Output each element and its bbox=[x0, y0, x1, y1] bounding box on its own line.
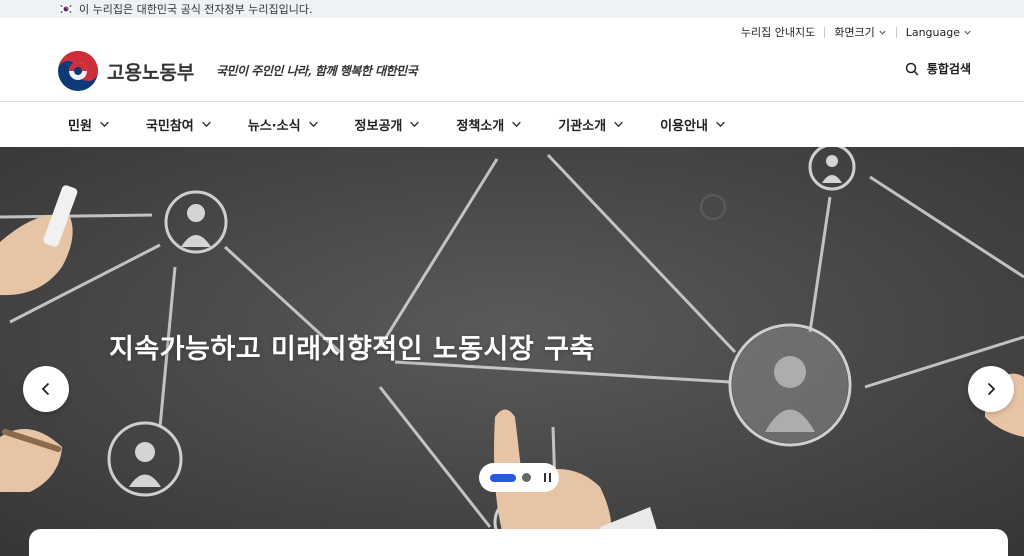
taegeuk-emblem-icon bbox=[58, 51, 98, 91]
pagination-dot-active[interactable] bbox=[490, 473, 516, 482]
gnb-item-news[interactable]: 뉴스·소식 bbox=[248, 115, 319, 134]
chevron-down-icon bbox=[201, 121, 211, 128]
gnb-label: 민원 bbox=[68, 119, 92, 134]
hero-title: 지속가능하고 미래지향적인 노동시장 구축 bbox=[109, 334, 595, 365]
chevron-left-icon bbox=[41, 382, 50, 396]
gnb-item-guide[interactable]: 이용안내 bbox=[660, 115, 726, 134]
slogan: 국민이 주인인 나라, 함께 행복한 대한민국 bbox=[216, 64, 418, 78]
chevron-down-icon bbox=[614, 121, 623, 128]
language-dropdown[interactable]: Language bbox=[906, 26, 972, 39]
font-size-label: 화면크기 bbox=[834, 26, 875, 39]
gnb-item-participation[interactable]: 국민참여 bbox=[146, 115, 212, 134]
gov-banner: 이 누리집은 대한민국 공식 전자정부 누리집입니다. bbox=[0, 0, 1024, 18]
ministry-logo[interactable]: 고용노동부 bbox=[57, 50, 194, 92]
chevron-down-icon bbox=[100, 121, 109, 128]
gov-banner-text: 이 누리집은 대한민국 공식 전자정부 누리집입니다. bbox=[79, 3, 313, 16]
sitemap-link[interactable]: 누리집 안내지도 bbox=[741, 24, 815, 40]
chevron-down-icon bbox=[964, 30, 971, 35]
gnb-label: 정책소개 bbox=[456, 119, 505, 134]
divider bbox=[824, 26, 826, 38]
chevron-down-icon bbox=[512, 121, 522, 128]
logo-text: 고용노동부 bbox=[107, 61, 195, 84]
gnb-label: 뉴스·소식 bbox=[247, 119, 301, 134]
main-navigation: 민원 국민참여 뉴스·소식 정보공개 정책소개 기관소개 이용안내 bbox=[0, 101, 1024, 147]
font-size-dropdown[interactable]: 화면크기 bbox=[834, 24, 886, 40]
hero-carousel: 지속가능하고 미래지향적인 노동시장 구축 bbox=[0, 147, 1024, 556]
search-icon bbox=[905, 62, 919, 76]
sitemap-label: 누리집 안내지도 bbox=[740, 26, 816, 39]
gnb-item-civil[interactable]: 민원 bbox=[68, 115, 110, 134]
chevron-right-icon bbox=[987, 382, 996, 396]
taegukgi-flag-icon bbox=[58, 3, 74, 15]
chevron-down-icon bbox=[879, 30, 886, 35]
chevron-down-icon bbox=[308, 121, 318, 128]
language-label: Language bbox=[905, 25, 960, 39]
search-label: 통합검색 bbox=[926, 62, 971, 76]
next-slide-button[interactable] bbox=[968, 366, 1014, 412]
gnb-item-policy[interactable]: 정책소개 bbox=[456, 115, 522, 134]
gnb-label: 기관소개 bbox=[558, 119, 607, 134]
content-card-top bbox=[29, 529, 1008, 556]
utility-bar: 누리집 안내지도 화면크기 Language bbox=[741, 24, 972, 40]
pagination-dot[interactable] bbox=[522, 473, 531, 482]
pause-icon[interactable] bbox=[541, 472, 553, 484]
chevron-down-icon bbox=[410, 121, 420, 128]
gnb-item-about[interactable]: 기관소개 bbox=[558, 115, 624, 134]
gnb-label: 정보공개 bbox=[354, 119, 403, 134]
previous-slide-button[interactable] bbox=[23, 366, 69, 412]
divider bbox=[895, 26, 897, 38]
integrated-search-button[interactable]: 통합검색 bbox=[905, 60, 971, 77]
carousel-pagination bbox=[479, 463, 559, 492]
gnb-item-disclosure[interactable]: 정보공개 bbox=[355, 115, 421, 134]
gnb-label: 국민참여 bbox=[145, 119, 194, 134]
chevron-down-icon bbox=[716, 121, 725, 128]
gnb-label: 이용안내 bbox=[660, 119, 708, 134]
